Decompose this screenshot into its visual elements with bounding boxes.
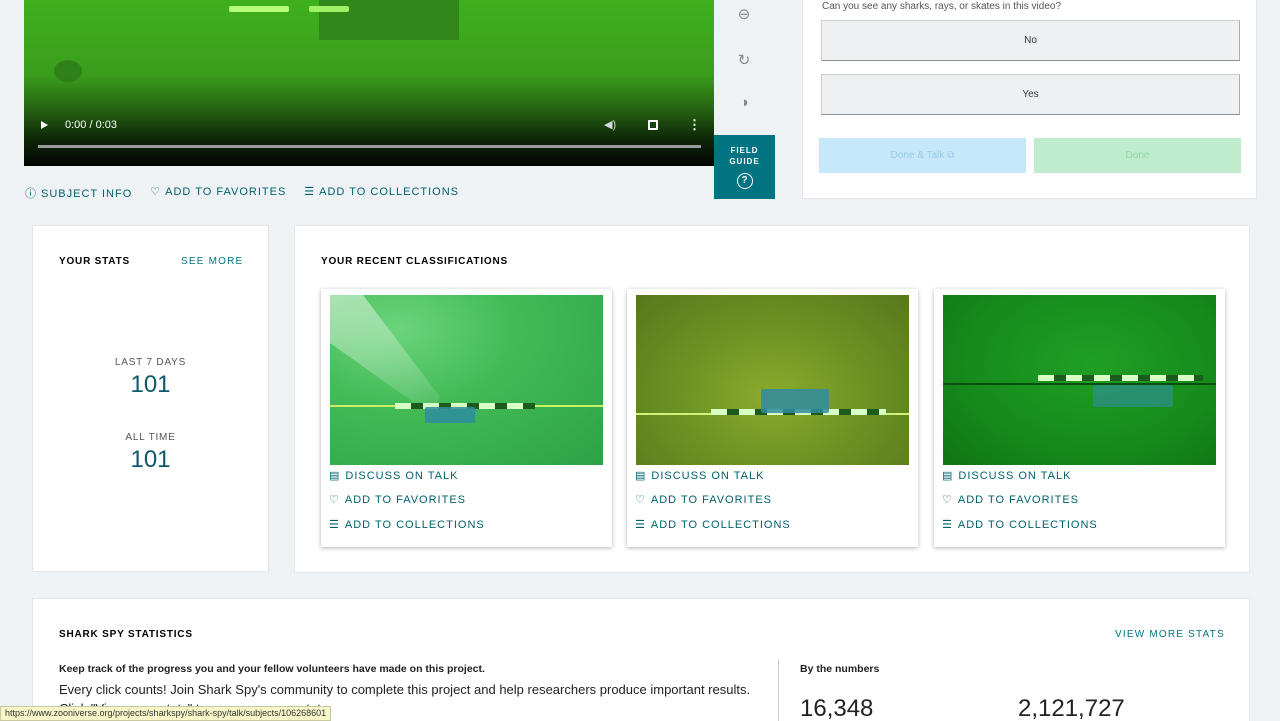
- comment-icon: ▤: [942, 470, 954, 482]
- list-icon: ☰: [329, 519, 340, 531]
- discuss-label: DISCUSS ON TALK: [958, 470, 1072, 482]
- comment-icon: ▤: [635, 470, 647, 482]
- add-to-collections-link[interactable]: ☰ ADD TO COLLECTIONS: [635, 518, 791, 531]
- classifications-count: 2,121,727: [1018, 695, 1125, 721]
- invert-icon[interactable]: ◑: [731, 94, 757, 111]
- volunteers-count: 16,348: [800, 695, 874, 721]
- answer-no-button[interactable]: No: [821, 20, 1240, 61]
- zoom-out-icon[interactable]: ⊖: [731, 5, 757, 23]
- video-time: 0:00 / 0:03: [65, 119, 117, 131]
- add-to-favorites-link[interactable]: ♡ ADD TO FAVORITES: [942, 493, 1079, 506]
- thumbnail-device: [761, 389, 829, 413]
- heart-icon: ♡: [329, 494, 340, 506]
- classification-thumbnail[interactable]: [330, 295, 603, 465]
- field-guide-button[interactable]: FIELD GUIDE ?: [714, 135, 775, 199]
- help-icon: ?: [736, 173, 753, 189]
- discuss-on-talk-link[interactable]: ▤ DISCUSS ON TALK: [635, 469, 764, 482]
- video-float: [229, 6, 289, 12]
- done-and-talk-button[interactable]: Done & Talk ⧉: [819, 138, 1026, 173]
- favorites-label: ADD TO FAVORITES: [165, 186, 287, 198]
- discuss-on-talk-link[interactable]: ▤ DISCUSS ON TALK: [942, 469, 1071, 482]
- thumbnail-rope: [943, 383, 1216, 385]
- rotate-icon[interactable]: ↻: [731, 51, 757, 69]
- fullscreen-icon[interactable]: [648, 120, 658, 130]
- add-to-favorites-link[interactable]: ♡ ADD TO FAVORITES: [150, 185, 286, 199]
- subject-video[interactable]: 0:00 / 0:03 ◀) ⋮: [24, 0, 714, 166]
- favorites-label: ADD TO FAVORITES: [650, 494, 773, 506]
- classification-thumbnail[interactable]: [636, 295, 909, 465]
- volume-icon[interactable]: ◀): [604, 118, 616, 132]
- add-to-collections-link[interactable]: ☰ ADD TO COLLECTIONS: [304, 185, 459, 199]
- heart-icon: ♡: [942, 494, 953, 506]
- list-icon: ☰: [635, 519, 646, 531]
- by-the-numbers-label: By the numbers: [800, 663, 880, 675]
- video-float: [309, 6, 349, 12]
- task-question: Can you see any sharks, rays, or skates …: [822, 1, 1062, 12]
- thumbnail-shark: [330, 295, 440, 415]
- external-link-icon: ⧉: [947, 150, 955, 161]
- recent-classification-item: ▤ DISCUSS ON TALK ♡ ADD TO FAVORITES ☰ ADD …: [321, 289, 612, 547]
- status-bar-url: https://www.zooniverse.org/projects/shar…: [0, 706, 332, 721]
- recent-classifications-card: YOUR RECENT CLASSIFICATIONS ▤ DISCUSS ON …: [294, 225, 1250, 573]
- done-button[interactable]: Done: [1034, 138, 1241, 173]
- discuss-label: DISCUSS ON TALK: [345, 470, 459, 482]
- list-icon: ☰: [304, 186, 316, 198]
- add-to-favorites-link[interactable]: ♡ ADD TO FAVORITES: [635, 493, 772, 506]
- project-stats-lead: Keep track of the progress you and your …: [59, 663, 485, 675]
- discuss-label: DISCUSS ON TALK: [651, 470, 765, 482]
- info-icon: ⓘ: [25, 188, 37, 200]
- all-time-value: 101: [130, 446, 171, 473]
- classification-thumbnail[interactable]: [943, 295, 1216, 465]
- video-seek-bar[interactable]: [38, 145, 701, 148]
- subject-info-link[interactable]: ⓘ SUBJECT INFO: [25, 185, 133, 200]
- all-time-label: ALL TIME: [125, 432, 176, 443]
- recent-classification-item: ▤ DISCUSS ON TALK ♡ ADD TO FAVORITES ☰ ADD …: [934, 289, 1225, 547]
- collections-label: ADD TO COLLECTIONS: [319, 186, 459, 198]
- favorites-label: ADD TO FAVORITES: [344, 494, 467, 506]
- heart-icon: ♡: [150, 186, 162, 198]
- thumbnail-stick: [1038, 375, 1203, 381]
- discuss-on-talk-link[interactable]: ▤ DISCUSS ON TALK: [329, 469, 458, 482]
- list-icon: ☰: [942, 519, 953, 531]
- recent-classification-item: ▤ DISCUSS ON TALK ♡ ADD TO FAVORITES ☰ ADD …: [627, 289, 918, 547]
- field-guide-label: GUIDE: [729, 157, 760, 166]
- your-stats-title: YOUR STATS: [59, 256, 130, 267]
- project-statistics-title: SHARK SPY STATISTICS: [59, 629, 193, 640]
- divider: [778, 659, 779, 721]
- subject-links: ⓘ SUBJECT INFO ♡ ADD TO FAVORITES ☰ ADD TO …: [25, 185, 459, 200]
- heart-icon: ♡: [635, 494, 646, 506]
- done-and-talk-label: Done & Talk: [890, 150, 945, 161]
- add-to-collections-link[interactable]: ☰ ADD TO COLLECTIONS: [942, 518, 1098, 531]
- recent-classifications-title: YOUR RECENT CLASSIFICATIONS: [321, 256, 508, 267]
- favorites-label: ADD TO FAVORITES: [957, 494, 1080, 506]
- more-options-icon[interactable]: ⋮: [688, 118, 701, 132]
- collections-label: ADD TO COLLECTIONS: [344, 519, 485, 531]
- your-stats-card: YOUR STATS SEE MORE LAST 7 DAYS 101 ALL …: [32, 225, 269, 572]
- answer-yes-button[interactable]: Yes: [821, 74, 1240, 115]
- add-to-collections-link[interactable]: ☰ ADD TO COLLECTIONS: [329, 518, 485, 531]
- collections-label: ADD TO COLLECTIONS: [650, 519, 791, 531]
- see-more-link[interactable]: SEE MORE: [181, 256, 243, 267]
- comment-icon: ▤: [329, 470, 341, 482]
- add-to-favorites-link[interactable]: ♡ ADD TO FAVORITES: [329, 493, 466, 506]
- video-blob: [54, 60, 82, 82]
- last-7-days-label: LAST 7 DAYS: [114, 357, 187, 368]
- thumbnail-device: [1093, 385, 1173, 407]
- subject-info-label: SUBJECT INFO: [41, 188, 133, 200]
- task-panel: Can you see any sharks, rays, or skates …: [802, 0, 1257, 199]
- thumbnail-device: [425, 407, 475, 423]
- project-statistics-card: SHARK SPY STATISTICS VIEW MORE STATS Kee…: [32, 598, 1250, 721]
- last-7-days-value: 101: [130, 371, 171, 398]
- field-guide-label: FIELD: [730, 146, 759, 155]
- view-more-stats-link[interactable]: VIEW MORE STATS: [1115, 629, 1225, 640]
- play-icon[interactable]: [40, 118, 50, 132]
- collections-label: ADD TO COLLECTIONS: [957, 519, 1098, 531]
